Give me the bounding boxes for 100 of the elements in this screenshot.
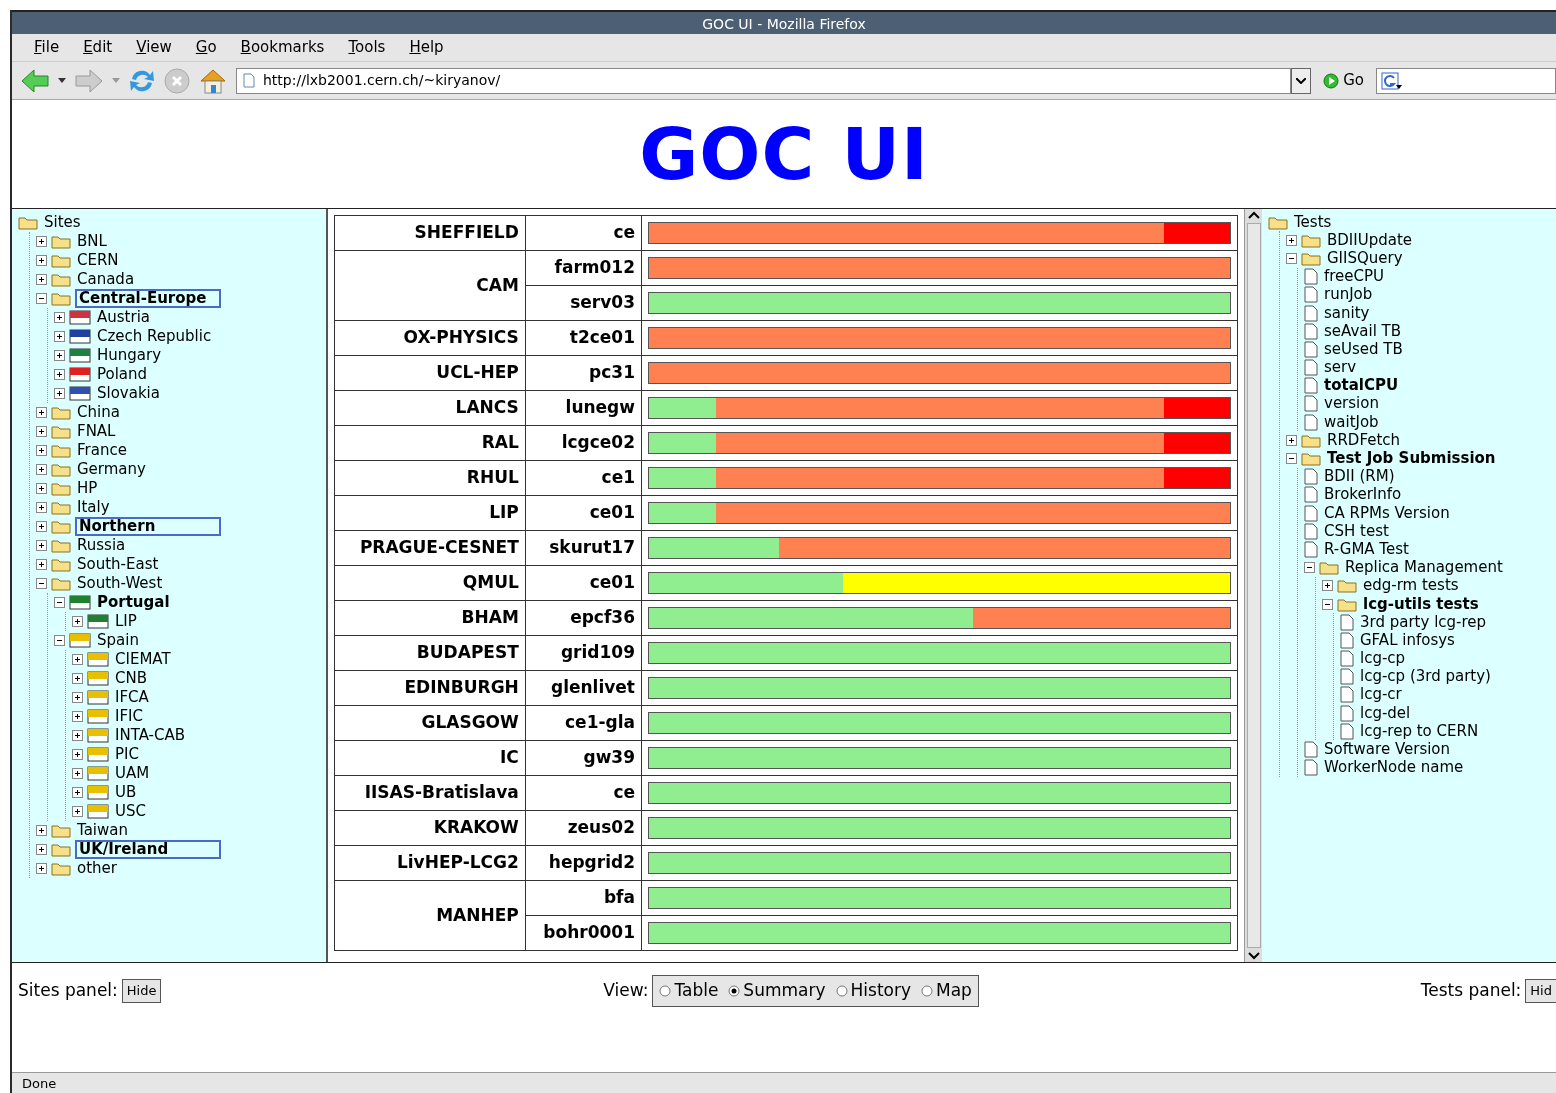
expand-icon[interactable] [36, 863, 47, 874]
expand-icon[interactable] [72, 711, 83, 722]
hide-button[interactable]: Hide [121, 979, 162, 1003]
tree-item[interactable]: HP [75, 480, 100, 497]
expand-icon[interactable] [72, 692, 83, 703]
tree-item[interactable]: Tests [1292, 213, 1334, 231]
tree-item[interactable]: Czech Republic [95, 328, 214, 345]
tree-item[interactable]: FNAL [75, 423, 118, 440]
tree-item[interactable]: Replica Management [1343, 559, 1505, 577]
view-option-label[interactable]: Map [936, 978, 972, 1004]
expand-icon[interactable] [72, 806, 83, 817]
tree-item[interactable]: BNL [75, 233, 109, 250]
tree-item[interactable]: Sites [42, 214, 83, 231]
tree-item[interactable]: South-East [75, 556, 161, 573]
tree-item[interactable]: seUsed TB [1322, 340, 1405, 358]
tree-item[interactable]: CNB [113, 670, 149, 687]
tree-item[interactable]: CERN [75, 252, 121, 269]
view-option-label[interactable]: Table [674, 978, 719, 1004]
tree-item[interactable]: lcg-rep to CERN [1358, 722, 1481, 740]
tree-item[interactable]: IFCA [113, 689, 151, 706]
expand-icon[interactable] [54, 331, 65, 342]
menu-item[interactable]: Help [397, 36, 456, 59]
tree-item[interactable]: RRDFetch [1325, 431, 1403, 449]
tree-item[interactable]: Software Version [1322, 741, 1453, 759]
expand-icon[interactable] [36, 540, 47, 551]
tree-item[interactable]: Russia [75, 537, 128, 554]
tree-item[interactable]: BrokerInfo [1322, 486, 1404, 504]
expand-icon[interactable] [72, 616, 83, 627]
expand-icon[interactable] [72, 768, 83, 779]
go-button[interactable]: Go [1319, 69, 1368, 92]
address-field[interactable]: http://lxb2001.cern.ch/~kiryanov/ [236, 67, 1292, 94]
tree-item[interactable]: UK/Ireland [75, 840, 221, 859]
expand-icon[interactable] [72, 749, 83, 760]
tree-item[interactable]: Italy [75, 499, 112, 516]
expand-icon[interactable] [72, 787, 83, 798]
expand-icon[interactable] [36, 483, 47, 494]
tree-item[interactable]: USC [113, 803, 148, 820]
tree-item[interactable]: BDIIUpdate [1325, 231, 1414, 249]
radio-button[interactable] [921, 985, 933, 997]
hide-button[interactable]: Hid [1525, 979, 1556, 1003]
radio-button[interactable] [728, 985, 741, 997]
tree-item[interactable]: R-GMA Test [1322, 540, 1411, 558]
view-option-label[interactable]: Summary [743, 978, 826, 1004]
expand-icon[interactable] [72, 673, 83, 684]
tree-item[interactable]: UB [113, 784, 139, 801]
tree-item[interactable]: Canada [75, 271, 137, 288]
tree-item[interactable]: sanity [1322, 304, 1372, 322]
tree-item[interactable]: Slovakia [95, 385, 162, 402]
collapse-icon[interactable] [1322, 598, 1333, 610]
tree-item[interactable]: other [75, 860, 119, 877]
menu-item[interactable]: View [124, 36, 184, 59]
tree-item[interactable]: CIEMAT [113, 651, 173, 668]
collapse-icon[interactable] [36, 293, 47, 304]
tree-item[interactable]: Spain [95, 632, 141, 649]
expand-icon[interactable] [1286, 234, 1297, 246]
tree-item[interactable]: GIISQuery [1325, 249, 1405, 267]
tree-item[interactable]: CA RPMs Version [1322, 504, 1452, 522]
menu-item[interactable]: Edit [71, 36, 125, 59]
expand-icon[interactable] [36, 825, 47, 836]
tree-item[interactable]: freeCPU [1322, 268, 1387, 286]
expand-icon[interactable] [36, 502, 47, 513]
expand-icon[interactable] [54, 350, 65, 361]
tree-item[interactable]: totalCPU [1322, 377, 1401, 395]
tree-item[interactable]: Austria [95, 309, 152, 326]
collapse-icon[interactable] [54, 597, 65, 608]
tree-item[interactable]: waitJob [1322, 413, 1381, 431]
menu-item[interactable]: Bookmarks [228, 36, 337, 59]
menu-item[interactable]: File [22, 36, 72, 59]
expand-icon[interactable] [1322, 580, 1333, 592]
tree-item[interactable]: Germany [75, 461, 148, 478]
tree-item[interactable]: IFIC [113, 708, 145, 725]
tree-item[interactable]: lcg-utils tests [1361, 595, 1481, 613]
tree-item[interactable]: lcg-cp (3rd party) [1358, 668, 1493, 686]
tree-item[interactable]: Taiwan [75, 822, 130, 839]
tree-item[interactable]: Northern [75, 517, 221, 536]
tree-item[interactable]: runJob [1322, 286, 1375, 304]
expand-icon[interactable] [36, 559, 47, 570]
dropdown-button[interactable] [1291, 67, 1312, 94]
radio-button[interactable] [659, 985, 672, 997]
tree-item[interactable]: WorkerNode name [1322, 759, 1466, 777]
tree-item[interactable]: Poland [95, 366, 150, 383]
expand-icon[interactable] [36, 844, 47, 855]
tree-item[interactable]: China [75, 404, 122, 421]
scroll-down-icon[interactable] [1246, 950, 1261, 962]
tree-item[interactable]: edg-rm tests [1361, 577, 1461, 595]
tree-item[interactable]: Test Job Submission [1325, 450, 1498, 468]
expand-icon[interactable] [54, 369, 65, 380]
tree-item[interactable]: serv [1322, 359, 1359, 377]
tree-item[interactable]: France [75, 442, 129, 459]
scrollbar[interactable] [1244, 209, 1262, 962]
tree-item[interactable]: Central-Europe [75, 289, 221, 308]
expand-icon[interactable] [54, 388, 65, 399]
dropdown-caret-icon[interactable] [58, 77, 66, 84]
tree-item[interactable]: lcg-cp [1358, 650, 1408, 668]
tree-item[interactable]: lcg-del [1358, 704, 1413, 722]
collapse-icon[interactable] [1286, 252, 1297, 264]
expand-icon[interactable] [36, 236, 47, 247]
tree-item[interactable]: South-West [75, 575, 165, 592]
view-option-label[interactable]: History [850, 978, 911, 1004]
back-arrow-icon[interactable] [20, 67, 50, 94]
